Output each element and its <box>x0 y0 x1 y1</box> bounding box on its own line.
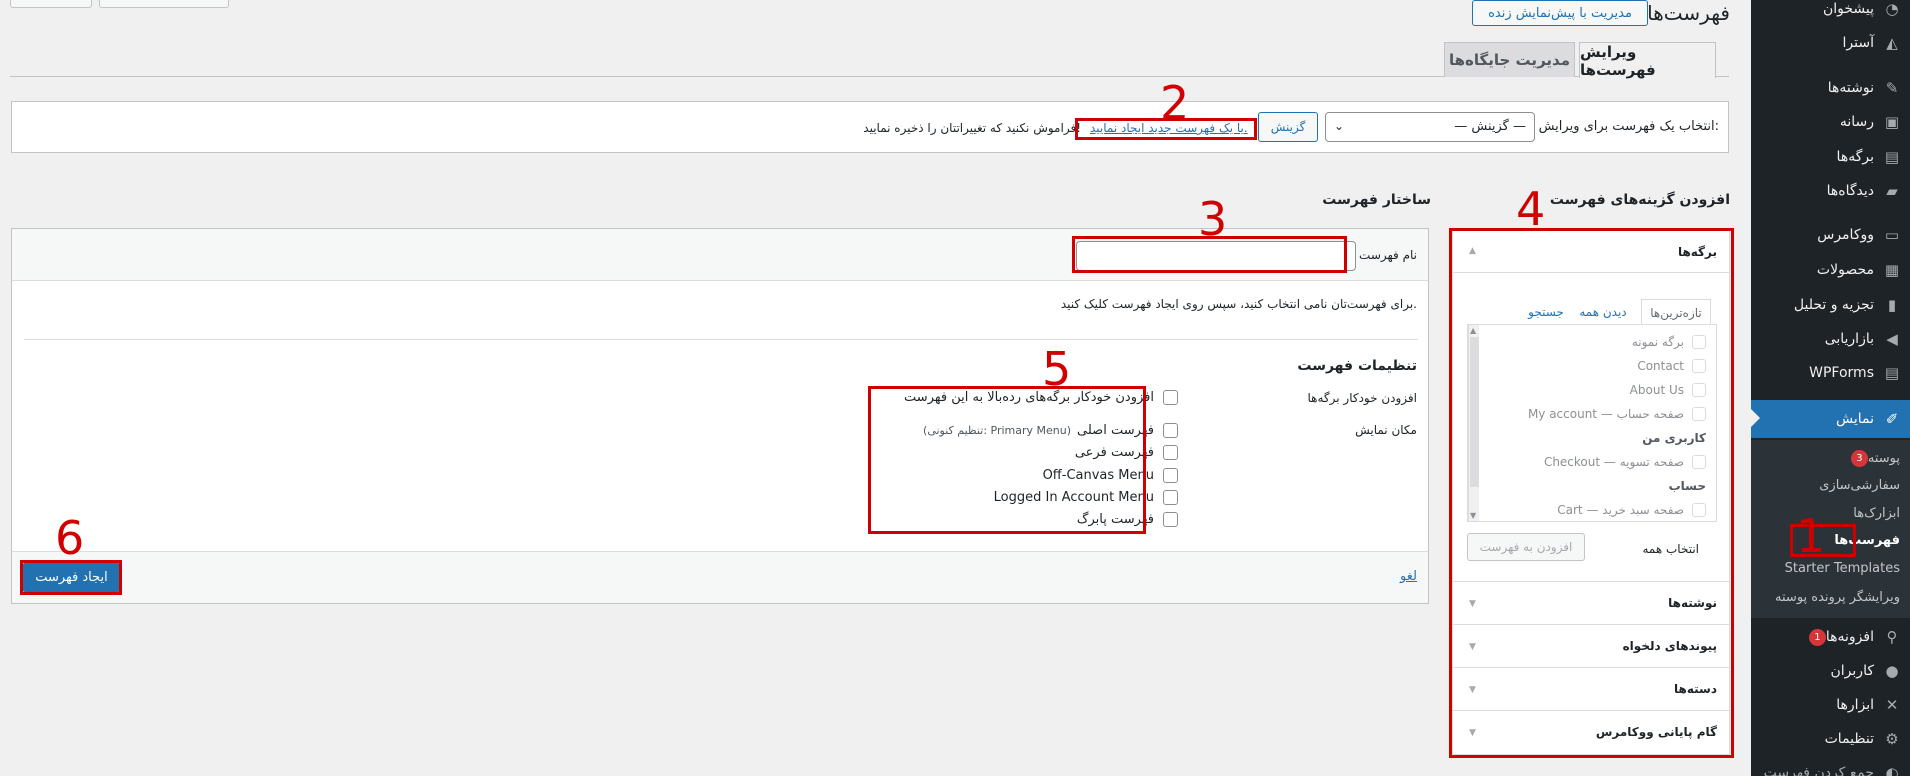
menu-structure-panel: نام فهرست برای فهرست‌تان نامی انتخاب کنی… <box>11 228 1429 604</box>
pages-icon: ▤ <box>1884 148 1900 166</box>
sidebar-item-products[interactable]: ▦ محصولات <box>1751 253 1910 287</box>
menu-select-dropdown[interactable]: ⌄ — گزینش — <box>1325 112 1535 142</box>
location-checkbox[interactable] <box>1163 490 1178 505</box>
menu-structure-footer: لغو ایجاد فهرست <box>12 551 1428 603</box>
location-checkbox[interactable] <box>1163 423 1178 438</box>
sidebar-item-media[interactable]: ▣ رسانه <box>1751 105 1910 139</box>
submenu-item-theme-file-editor[interactable]: ویرایشگر پرونده پوسته <box>1775 590 1900 605</box>
submenu-item-themes[interactable]: پوسته 3 <box>1845 450 1900 467</box>
submenu-item-widgets[interactable]: ابزارک‌ها <box>1853 506 1900 521</box>
comments-icon: ▰ <box>1886 182 1898 200</box>
active-menu-arrow <box>1751 409 1760 427</box>
sidebar-item-marketing[interactable]: ◀ بازاریابی <box>1751 322 1910 356</box>
page-title: فهرست‌ها <box>1647 1 1730 25</box>
annotation-box-add-items <box>1449 228 1734 758</box>
display-location-label: مکان نمایش <box>1355 423 1417 437</box>
dashboard-icon: ◔ <box>1885 0 1899 18</box>
submenu-item-starter-templates[interactable]: Starter Templates <box>1785 561 1900 576</box>
sidebar-item-pages[interactable]: ▤ برگه‌ها <box>1751 140 1910 174</box>
pin-icon: ✎ <box>1885 79 1899 97</box>
sidebar-item-tools[interactable]: ✕ ابزارها <box>1751 688 1910 722</box>
sidebar-item-comments[interactable]: ▰ دیدگاه‌ها <box>1751 174 1910 208</box>
themes-update-badge: 3 <box>1850 450 1868 467</box>
select-menu-button[interactable]: گزینش <box>1258 112 1318 142</box>
submenu-item-customize[interactable]: سفارشی‌سازی <box>1819 478 1900 493</box>
location-checkbox[interactable] <box>1163 512 1178 527</box>
plugins-icon: ⚲ <box>1886 628 1898 646</box>
save-reminder-text: فراموش نکنید که تغییراتتان را ذخیره نمای… <box>863 121 1081 135</box>
sidebar-item-settings[interactable]: ⚙ تنظیمات <box>1751 722 1910 756</box>
sidebar-item-wpforms[interactable]: ▤ WPForms <box>1751 356 1910 390</box>
sidebar-bottom: ⚲ افزونه‌ها 1 ● کاربران ✕ ابزارها ⚙ تنظیمات ◐… <box>1751 618 1910 776</box>
products-icon: ▦ <box>1884 261 1900 279</box>
menu-select-bar: انتخاب یک فهرست برای ویرایش: ⌄ — گزینش —… <box>11 101 1729 153</box>
annotation-number: 1 <box>1796 509 1826 563</box>
users-icon: ● <box>1885 662 1899 680</box>
analytics-icon: ▮ <box>1887 296 1897 314</box>
auto-add-label: افزودن خودکار برگه‌ها <box>1307 391 1418 405</box>
menu-instructions: برای فهرست‌تان نامی انتخاب کنید، سپس روی… <box>1060 297 1417 311</box>
tools-icon: ✕ <box>1885 696 1899 714</box>
cancel-link[interactable]: لغو <box>1400 569 1417 584</box>
megaphone-icon: ◀ <box>1886 330 1898 348</box>
settings-icon: ⚙ <box>1885 730 1899 748</box>
annotation-number: 6 <box>55 511 85 565</box>
annotation-number: 5 <box>1042 342 1072 396</box>
plugins-update-badge: 1 <box>1808 628 1826 646</box>
select-menu-label: انتخاب یک فهرست برای ویرایش: <box>1538 119 1719 134</box>
sidebar-item-analytics[interactable]: ▮ تجزیه و تحلیل <box>1751 288 1910 322</box>
live-preview-button[interactable]: مدیریت با پیش‌نمایش زنده <box>1472 0 1648 26</box>
astra-icon: ◭ <box>1886 34 1898 52</box>
wpforms-icon: ▤ <box>1884 364 1900 382</box>
location-checkbox[interactable] <box>1163 445 1178 460</box>
menu-structure-heading: ساختار فهرست <box>1322 192 1431 208</box>
section-divider <box>24 339 1418 340</box>
annotation-number: 4 <box>1516 182 1546 236</box>
help-tab-button[interactable] <box>10 0 92 8</box>
sidebar-item-dashboard[interactable]: ◔ پیشخوان <box>1751 0 1910 26</box>
sidebar-item-users[interactable]: ● کاربران <box>1751 654 1910 688</box>
sidebar-item-woocommerce[interactable]: ▭ ووکامرس <box>1751 218 1910 252</box>
sidebar-item-plugins[interactable]: ⚲ افزونه‌ها 1 <box>1751 620 1910 654</box>
tab-manage-locations[interactable]: مدیریت جایگاه‌ها <box>1444 42 1575 77</box>
chevron-down-icon: ⌄ <box>1334 119 1345 133</box>
annotation-number: 2 <box>1160 76 1190 130</box>
appearance-icon: ✐ <box>1885 410 1899 428</box>
annotation-box-create-button <box>20 560 122 595</box>
annotation-box-settings <box>868 386 1146 534</box>
sidebar-item-posts[interactable]: ✎ نوشته‌ها <box>1751 71 1910 105</box>
screen-options-button[interactable] <box>99 0 229 8</box>
collapse-menu-button[interactable]: ◐ جمع کردن فهرست <box>1751 756 1910 776</box>
menu-settings-heading: تنظیمات فهرست <box>1297 358 1417 374</box>
media-icon: ▣ <box>1884 113 1900 131</box>
add-menu-items-heading: افزودن گزینه‌های فهرست <box>1549 192 1730 208</box>
menu-name-label: نام فهرست <box>1359 248 1417 262</box>
collapse-icon: ◐ <box>1885 764 1899 776</box>
woocommerce-icon: ▭ <box>1884 226 1900 244</box>
sidebar-item-astra[interactable]: ◭ آسترا <box>1751 26 1910 60</box>
auto-add-checkbox[interactable] <box>1163 390 1178 405</box>
tab-edit-menus[interactable]: ویرایش فهرست‌ها <box>1579 42 1716 79</box>
sidebar-item-appearance[interactable]: ✐ نمایش <box>1751 400 1910 438</box>
location-checkbox[interactable] <box>1163 468 1178 483</box>
annotation-number: 3 <box>1198 192 1228 246</box>
